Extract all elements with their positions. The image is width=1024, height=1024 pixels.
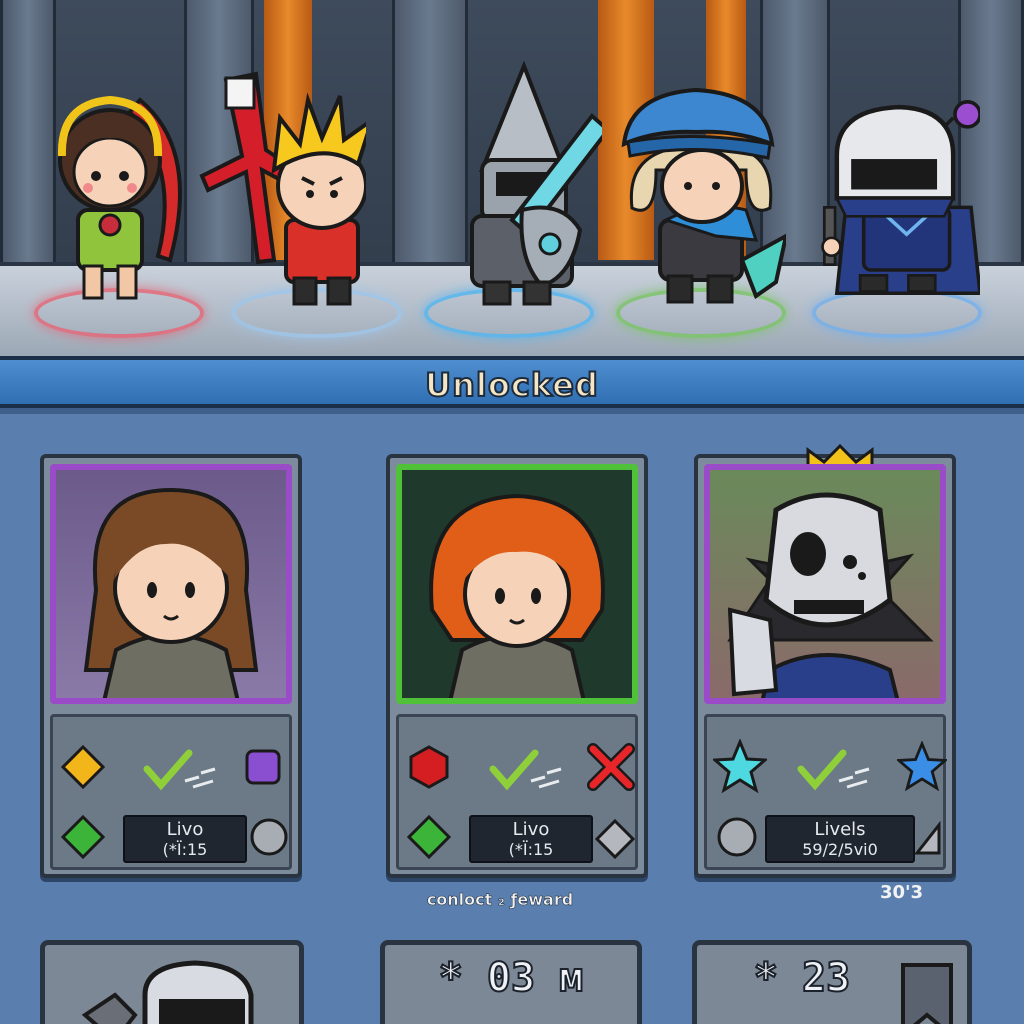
check-icon xyxy=(797,749,870,791)
stat-value: (*Ї:15 xyxy=(508,840,554,859)
silver-triangle-icon xyxy=(913,821,941,855)
check-icon xyxy=(143,749,216,791)
stat-plate: Livo (*Ї:15 xyxy=(469,815,593,863)
banner-icon xyxy=(901,963,953,1024)
stat-label: Livels xyxy=(814,819,866,840)
skull-knight-portrait xyxy=(727,492,934,698)
brunette-hero-portrait xyxy=(83,487,259,698)
redhead-hero-portrait xyxy=(429,493,605,698)
bottom-slot[interactable]: * 03 м xyxy=(380,940,642,1024)
hero-dark-knight[interactable] xyxy=(810,60,980,310)
stat-value: (*Ї:15 xyxy=(162,840,208,859)
section-title: Unlocked xyxy=(424,365,599,405)
character-card[interactable]: Livels 59/2/5vi0 xyxy=(694,443,956,878)
stat-plate: Livels 59/2/5vi0 xyxy=(765,815,915,863)
red-hexagon-icon xyxy=(409,745,449,789)
card-stats: Livels 59/2/5vi0 xyxy=(704,714,947,870)
stat-plate: Livo (*Ї:15 xyxy=(123,815,247,863)
silver-orb-icon xyxy=(717,817,757,857)
helmet-icon xyxy=(81,960,254,1024)
yellow-diamond-icon xyxy=(61,745,105,789)
hero-stage xyxy=(0,0,1024,360)
card-portrait xyxy=(396,464,638,704)
card-stats: Livo (*Ї:15 xyxy=(50,714,292,870)
card-stats: Livo (*Ї:15 xyxy=(396,714,638,870)
silver-diamond-icon xyxy=(594,818,636,860)
stat-label: Livo xyxy=(512,819,550,840)
bottom-slot[interactable] xyxy=(40,940,304,1024)
slot-counter: * 03 м xyxy=(438,954,585,1002)
collect-reward-link[interactable]: conloct ₂ ƒeward xyxy=(300,890,700,910)
red-x-icon xyxy=(587,743,635,791)
green-diamond-icon xyxy=(61,815,105,859)
stat-value: 59/2/5vi0 xyxy=(802,840,878,859)
cyan-star-icon xyxy=(713,739,767,793)
unlocked-section-bar: Unlocked xyxy=(0,356,1024,408)
hero-blond-fighter[interactable] xyxy=(196,60,366,310)
check-icon xyxy=(489,749,562,791)
silver-orb-icon xyxy=(250,818,288,856)
hero-knight[interactable] xyxy=(432,60,602,310)
green-diamond-icon xyxy=(407,815,451,859)
card-portrait xyxy=(704,464,946,704)
hero-blue-cap-rogue[interactable] xyxy=(616,60,786,310)
reward-counter: 30'3 xyxy=(880,882,924,903)
slot-counter: * 23 xyxy=(753,954,851,1002)
purple-gem-icon xyxy=(245,749,281,785)
hero-archer-girl[interactable] xyxy=(30,60,200,310)
bottom-slot[interactable]: * 23 xyxy=(692,940,972,1024)
stat-label: Livo xyxy=(166,819,204,840)
card-portrait xyxy=(50,464,292,704)
character-card[interactable]: Livo (*Ї:15 xyxy=(386,454,648,878)
blue-star-icon xyxy=(897,741,947,791)
character-card[interactable]: Livo (*Ї:15 xyxy=(40,454,302,878)
